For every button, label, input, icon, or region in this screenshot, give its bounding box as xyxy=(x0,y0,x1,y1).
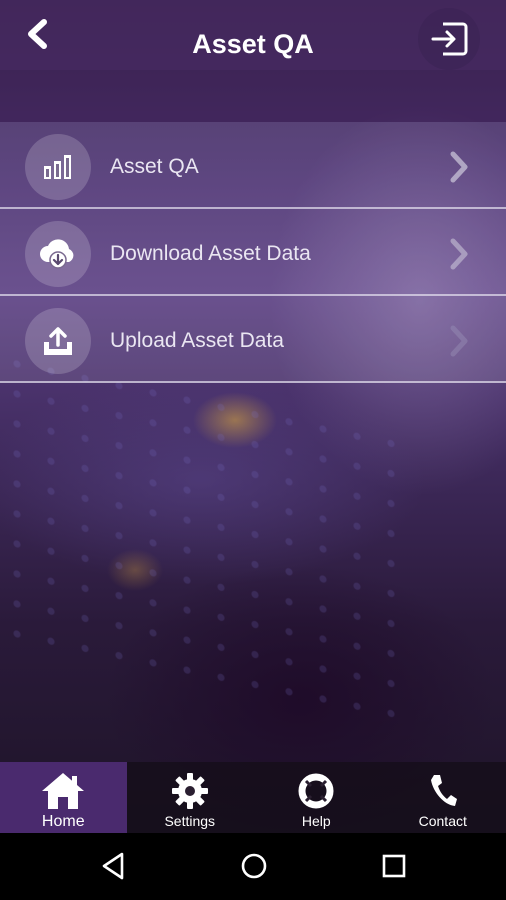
tab-label: Settings xyxy=(164,813,216,829)
tab-home[interactable]: Home xyxy=(0,762,127,833)
menu-item-label: Asset QA xyxy=(110,155,199,178)
tab-label: Help xyxy=(301,813,331,829)
bottom-tab-bar: Home Settings Help Contact xyxy=(0,762,506,833)
system-navigation-bar xyxy=(0,833,506,900)
back-triangle-icon[interactable] xyxy=(98,851,128,881)
phone-icon xyxy=(430,775,457,806)
chevron-right-icon xyxy=(450,325,468,357)
logout-icon xyxy=(431,22,468,56)
gear-icon xyxy=(171,773,208,809)
tab-label: Contact xyxy=(418,813,467,829)
menu-icon-circle xyxy=(25,221,91,287)
tab-settings[interactable]: Settings xyxy=(127,762,254,833)
lifebuoy-icon xyxy=(298,773,334,809)
tab-help[interactable]: Help xyxy=(253,762,380,833)
menu-list: Asset QA Download Asset Data Upload Asse… xyxy=(0,122,506,383)
bar-chart-icon xyxy=(44,155,71,179)
chevron-left-icon xyxy=(28,19,47,49)
tray-upload-icon xyxy=(44,327,72,355)
cloud-download-icon xyxy=(40,239,74,269)
tab-contact[interactable]: Contact xyxy=(380,762,506,833)
logout-button[interactable] xyxy=(418,8,480,70)
tab-label: Home xyxy=(41,813,85,830)
menu-icon-circle xyxy=(25,134,91,200)
home-circle-icon[interactable] xyxy=(239,851,269,881)
menu-item-upload-asset-data[interactable]: Upload Asset Data xyxy=(0,296,506,383)
recents-square-icon[interactable] xyxy=(379,851,409,881)
menu-icon-circle xyxy=(25,308,91,374)
menu-item-download-asset-data[interactable]: Download Asset Data xyxy=(0,209,506,296)
menu-item-label: Upload Asset Data xyxy=(110,329,284,352)
menu-item-label: Download Asset Data xyxy=(110,242,311,265)
chevron-right-icon xyxy=(450,238,468,270)
menu-item-asset-qa[interactable]: Asset QA xyxy=(0,122,506,209)
back-button[interactable] xyxy=(18,14,58,54)
home-icon xyxy=(42,773,85,809)
chevron-right-icon xyxy=(450,151,468,183)
